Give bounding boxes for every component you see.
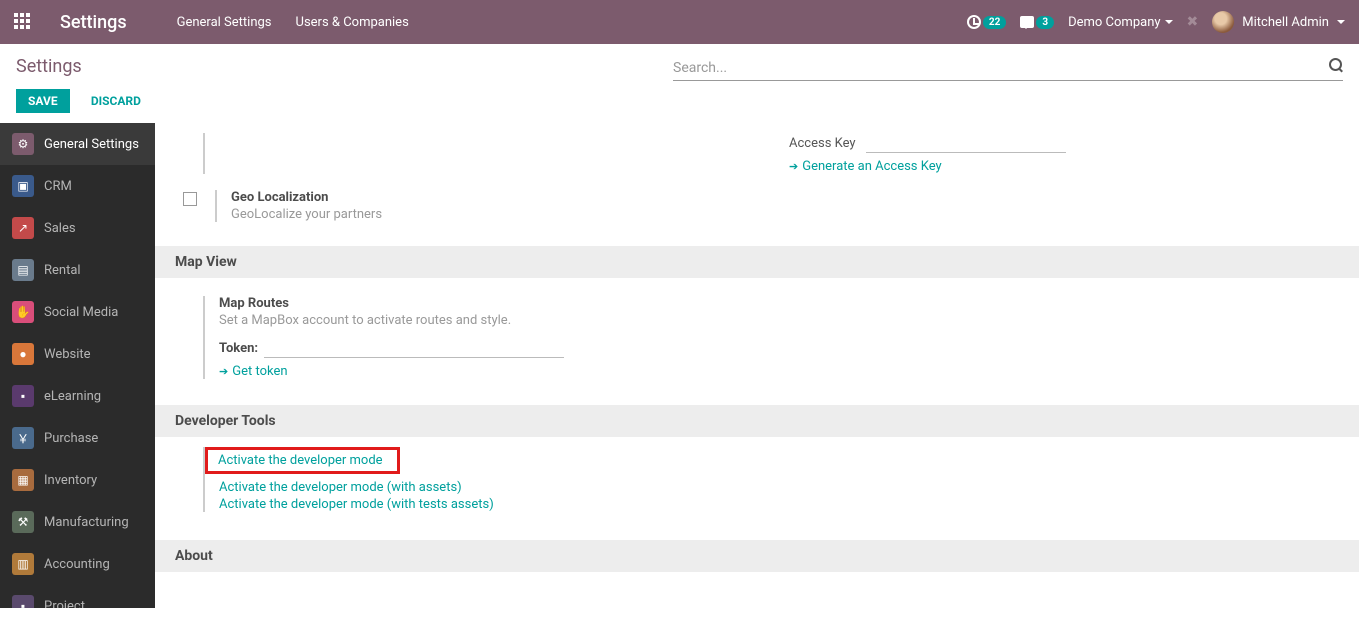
arrow-right-icon xyxy=(219,364,228,379)
geo-localization-checkbox[interactable] xyxy=(183,192,197,206)
generate-access-key-label: Generate an Access Key xyxy=(802,159,941,174)
sidebar-item-label: Accounting xyxy=(44,557,110,572)
get-token-label: Get token xyxy=(232,364,287,379)
search-input[interactable] xyxy=(673,56,1343,81)
sidebar-item-label: CRM xyxy=(44,179,72,194)
sidebar-item-crm[interactable]: ▣ CRM xyxy=(0,165,155,207)
chat-icon xyxy=(1020,16,1034,28)
sidebar-icon: ▦ xyxy=(12,469,34,491)
sidebar-item-rental[interactable]: ▤ Rental xyxy=(0,249,155,291)
sidebar-item-website[interactable]: ● Website xyxy=(0,333,155,375)
user-menu[interactable]: Mitchell Admin xyxy=(1212,11,1345,33)
sidebar-item-label: Website xyxy=(44,347,91,362)
app-title: Settings xyxy=(60,12,127,33)
sidebar-item-label: General Settings xyxy=(44,137,139,152)
sidebar-item-purchase[interactable]: ￥ Purchase xyxy=(0,417,155,459)
sidebar-item-manufacturing[interactable]: ⚒ Manufacturing xyxy=(0,501,155,543)
sidebar-item-label: Rental xyxy=(44,263,81,278)
get-token-link[interactable]: Get token xyxy=(219,364,288,379)
sidebar: ⚙ General Settings ▣ CRM ↗ Sales ▤ Rental ✋ Socia… xyxy=(0,123,155,608)
clock-icon xyxy=(967,15,981,29)
sidebar-icon: ▣ xyxy=(12,175,34,197)
section-map-view: Map View xyxy=(155,246,1359,278)
sidebar-item-label: Inventory xyxy=(44,473,97,488)
messaging-indicator[interactable]: 3 xyxy=(1020,16,1054,29)
sidebar-icon: ▥ xyxy=(12,553,34,575)
search-icon[interactable] xyxy=(1329,58,1343,72)
sidebar-item-label: eLearning xyxy=(44,389,101,404)
generate-access-key-link[interactable]: Generate an Access Key xyxy=(789,159,942,174)
sidebar-item-social-media[interactable]: ✋ Social Media xyxy=(0,291,155,333)
apps-icon[interactable] xyxy=(14,13,32,31)
breadcrumb: Settings xyxy=(16,56,82,77)
arrow-right-icon xyxy=(789,159,798,174)
debug-icon[interactable]: ✖ xyxy=(1187,14,1199,30)
user-name: Mitchell Admin xyxy=(1242,15,1329,30)
discard-button[interactable]: DISCARD xyxy=(79,89,153,113)
sidebar-icon: ▤ xyxy=(12,259,34,281)
sidebar-icon: ✋ xyxy=(12,301,34,323)
menu-general-settings[interactable]: General Settings xyxy=(177,15,272,30)
sidebar-item-elearning[interactable]: ▪ eLearning xyxy=(0,375,155,417)
sidebar-item-label: Purchase xyxy=(44,431,98,446)
activate-dev-mode-link[interactable]: Activate the developer mode xyxy=(218,453,383,468)
sidebar-icon: ▪ xyxy=(12,385,34,407)
messaging-count: 3 xyxy=(1036,16,1054,29)
map-routes-desc: Set a MapBox account to activate routes … xyxy=(219,313,763,328)
activity-indicator[interactable]: 22 xyxy=(967,15,1006,29)
menu-users-companies[interactable]: Users & Companies xyxy=(296,15,409,30)
sidebar-icon: ⚙ xyxy=(12,133,34,155)
geo-title: Geo Localization xyxy=(231,190,382,205)
token-input[interactable] xyxy=(264,338,564,358)
avatar xyxy=(1212,11,1234,33)
company-selector[interactable]: Demo Company xyxy=(1068,15,1172,30)
sidebar-icon: ↗ xyxy=(12,217,34,239)
sidebar-icon: ● xyxy=(12,343,34,365)
access-key-label: Access Key xyxy=(789,136,856,151)
sidebar-item-inventory[interactable]: ▦ Inventory xyxy=(0,459,155,501)
sidebar-icon: ⚒ xyxy=(12,511,34,533)
map-routes-title: Map Routes xyxy=(219,296,763,311)
sidebar-item-label: Social Media xyxy=(44,305,118,320)
sidebar-item-sales[interactable]: ↗ Sales xyxy=(0,207,155,249)
section-developer-tools: Developer Tools xyxy=(155,405,1359,437)
highlight-activate-dev: Activate the developer mode xyxy=(205,447,400,474)
token-label: Token: xyxy=(219,341,258,356)
sidebar-item-label: Sales xyxy=(44,221,76,236)
activate-dev-mode-tests-link[interactable]: Activate the developer mode (with tests … xyxy=(219,497,1311,512)
sidebar-item-accounting[interactable]: ▥ Accounting xyxy=(0,543,155,585)
section-about: About xyxy=(155,540,1359,572)
chevron-down-icon xyxy=(1337,20,1345,24)
sidebar-item-label: Manufacturing xyxy=(44,515,129,530)
activity-count: 22 xyxy=(983,16,1006,29)
company-label: Demo Company xyxy=(1068,15,1160,30)
chevron-down-icon xyxy=(1165,20,1173,24)
sidebar-icon: ▪ xyxy=(12,595,34,608)
sidebar-item-label: Project xyxy=(44,599,85,609)
sidebar-icon: ￥ xyxy=(12,427,34,449)
activate-dev-mode-assets-link[interactable]: Activate the developer mode (with assets… xyxy=(219,480,1311,495)
geo-desc: GeoLocalize your partners xyxy=(231,207,382,222)
sidebar-item-project[interactable]: ▪ Project xyxy=(0,585,155,608)
sidebar-item-general-settings[interactable]: ⚙ General Settings xyxy=(0,123,155,165)
save-button[interactable]: SAVE xyxy=(16,89,70,113)
access-key-input[interactable] xyxy=(866,133,1066,153)
